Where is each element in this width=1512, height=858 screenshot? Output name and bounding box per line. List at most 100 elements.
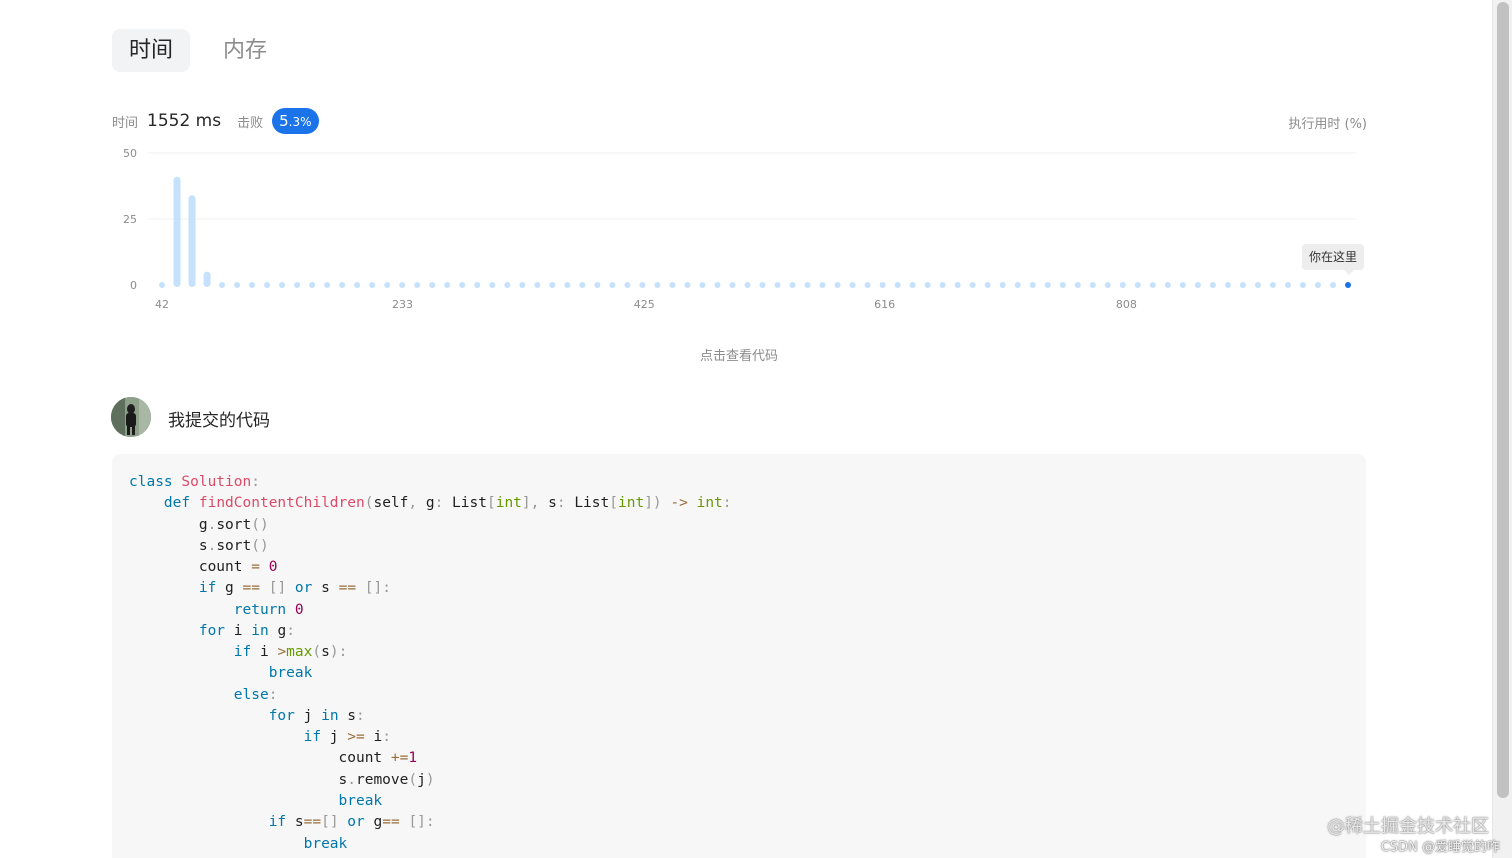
distribution-point (399, 282, 406, 288)
distribution-point (609, 282, 616, 288)
code-line: break (129, 791, 1349, 812)
code-token: else (233, 686, 269, 703)
your-position-marker (1345, 282, 1351, 288)
scrollbar-thumb[interactable] (1497, 2, 1509, 798)
code-token: s (129, 537, 208, 554)
distribution-point (684, 282, 691, 288)
beat-percent-badge: 5.3% (272, 108, 319, 134)
runtime-distribution-chart: 50 25 0 42 233 425 616 808 (123, 147, 1356, 311)
x-tick-label: 233 (392, 298, 413, 311)
code-token: : (251, 474, 260, 490)
code-token: for (198, 622, 226, 639)
code-line: count +=1 (129, 748, 1349, 769)
code-token: sort (216, 537, 252, 554)
code-line: def findContentChildren(self, g: List[in… (129, 493, 1349, 514)
distribution-point (699, 282, 706, 288)
distribution-point (1104, 282, 1111, 288)
distribution-point (1254, 282, 1261, 288)
tab-memory[interactable]: 内存 (206, 29, 284, 72)
x-tick-label: 42 (155, 298, 169, 311)
code-token: Solution (181, 474, 252, 490)
code-token: [] (321, 814, 339, 831)
code-token: def (163, 495, 191, 512)
you-are-here-tooltip: 你在这里 (1302, 244, 1364, 275)
y-tick-label: 0 (130, 279, 137, 292)
code-token: or (347, 814, 365, 831)
time-value: 1552 ms (147, 111, 222, 131)
view-code-link[interactable]: 点击查看代码 (0, 345, 1478, 364)
code-token: : (268, 686, 278, 703)
tab-time[interactable]: 时间 (112, 29, 191, 72)
code-token: findContentChildren (198, 495, 365, 512)
code-token: if (303, 729, 322, 746)
code-token: -> (670, 495, 688, 512)
code-token: : (556, 495, 566, 512)
distribution-point (1074, 282, 1081, 288)
code-token: i (364, 729, 383, 746)
x-tick-label: 616 (874, 298, 895, 311)
code-line: count = 0 (129, 557, 1349, 578)
code-token: ( (312, 644, 322, 661)
avatar[interactable] (111, 397, 151, 437)
distribution-point (489, 282, 496, 288)
metric-tabs: 时间 内存 (112, 29, 284, 72)
code-token: j (417, 771, 426, 788)
distribution-point (1119, 282, 1126, 288)
code-token: ]) (644, 495, 662, 512)
distribution-point (894, 282, 901, 288)
distribution-point (159, 282, 165, 288)
code-token: . (207, 516, 217, 533)
distribution-point (954, 282, 961, 288)
code-token: for (268, 707, 295, 724)
x-tick-label: 425 (634, 298, 655, 311)
distribution-point (444, 282, 451, 288)
watermark-csdn: CSDN @爱睡觉的咋 (1380, 840, 1500, 855)
code-token: break (268, 665, 313, 682)
code-token: = (251, 559, 260, 576)
code-token: max (286, 644, 313, 661)
code-token: s (539, 495, 557, 512)
code-token: ( (408, 771, 418, 788)
distribution-point (384, 282, 391, 288)
distribution-point (939, 282, 946, 288)
code-token: == (338, 580, 357, 597)
distribution-point (1134, 282, 1141, 288)
code-token: if (268, 814, 287, 831)
distribution-point (219, 282, 226, 288)
x-tick-label: 808 (1116, 298, 1137, 311)
y-tick-label: 25 (123, 213, 137, 226)
page-scrollbar[interactable] (1492, 0, 1512, 858)
code-token: g (364, 814, 383, 831)
distribution-point (504, 282, 511, 288)
distribution-point (999, 282, 1006, 288)
code-token: g (417, 495, 435, 512)
code-token: 0 (268, 559, 278, 576)
code-line: s.remove(j) (129, 770, 1349, 791)
distribution-point (264, 282, 271, 288)
distribution-point (714, 282, 721, 288)
code-token: sort (216, 516, 252, 533)
distribution-point (879, 282, 886, 288)
code-token: j (321, 729, 348, 746)
code-line: s.sort() (129, 536, 1349, 557)
code-block[interactable]: class Solution: def findContentChildren(… (112, 454, 1366, 858)
code-line: else: (129, 685, 1349, 706)
code-token: s (129, 771, 348, 788)
code-token: in (321, 707, 339, 724)
code-line: if j >= i: (129, 727, 1349, 748)
distribution-point (354, 282, 361, 288)
distribution-point (594, 282, 601, 288)
distribution-point (1059, 282, 1066, 288)
code-token: 1 (408, 750, 418, 767)
